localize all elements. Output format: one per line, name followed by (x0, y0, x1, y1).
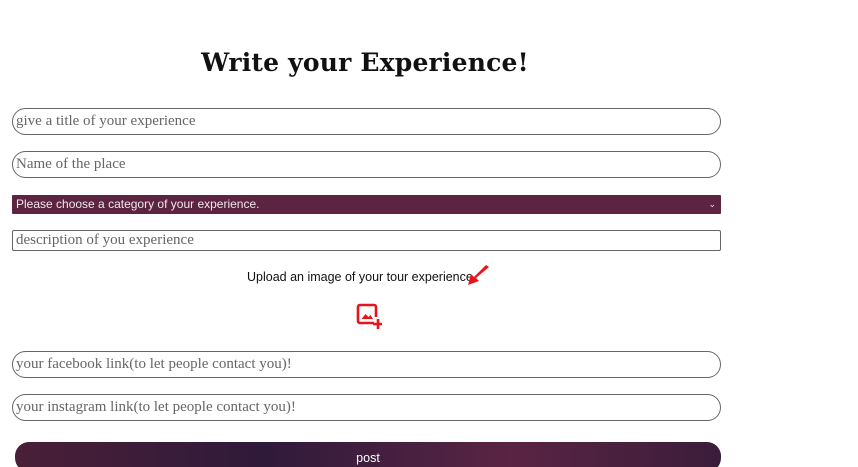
add-image-icon[interactable] (356, 303, 382, 331)
instagram-link-input[interactable] (12, 394, 721, 421)
description-input[interactable] (12, 230, 721, 251)
page-title: Write your Experience! (201, 48, 529, 77)
facebook-link-input[interactable] (12, 351, 721, 378)
experience-title-input[interactable] (12, 108, 721, 135)
red-arrow-down-left-icon (468, 265, 489, 285)
place-name-input[interactable] (12, 151, 721, 178)
chevron-down-icon: ⌄ (708, 199, 716, 209)
upload-image-label: Upload an image of your tour experience (247, 270, 473, 284)
post-button[interactable]: post (15, 442, 721, 467)
category-select[interactable]: Please choose a category of your experie… (12, 195, 721, 214)
category-select-value: Please choose a category of your experie… (16, 197, 260, 211)
